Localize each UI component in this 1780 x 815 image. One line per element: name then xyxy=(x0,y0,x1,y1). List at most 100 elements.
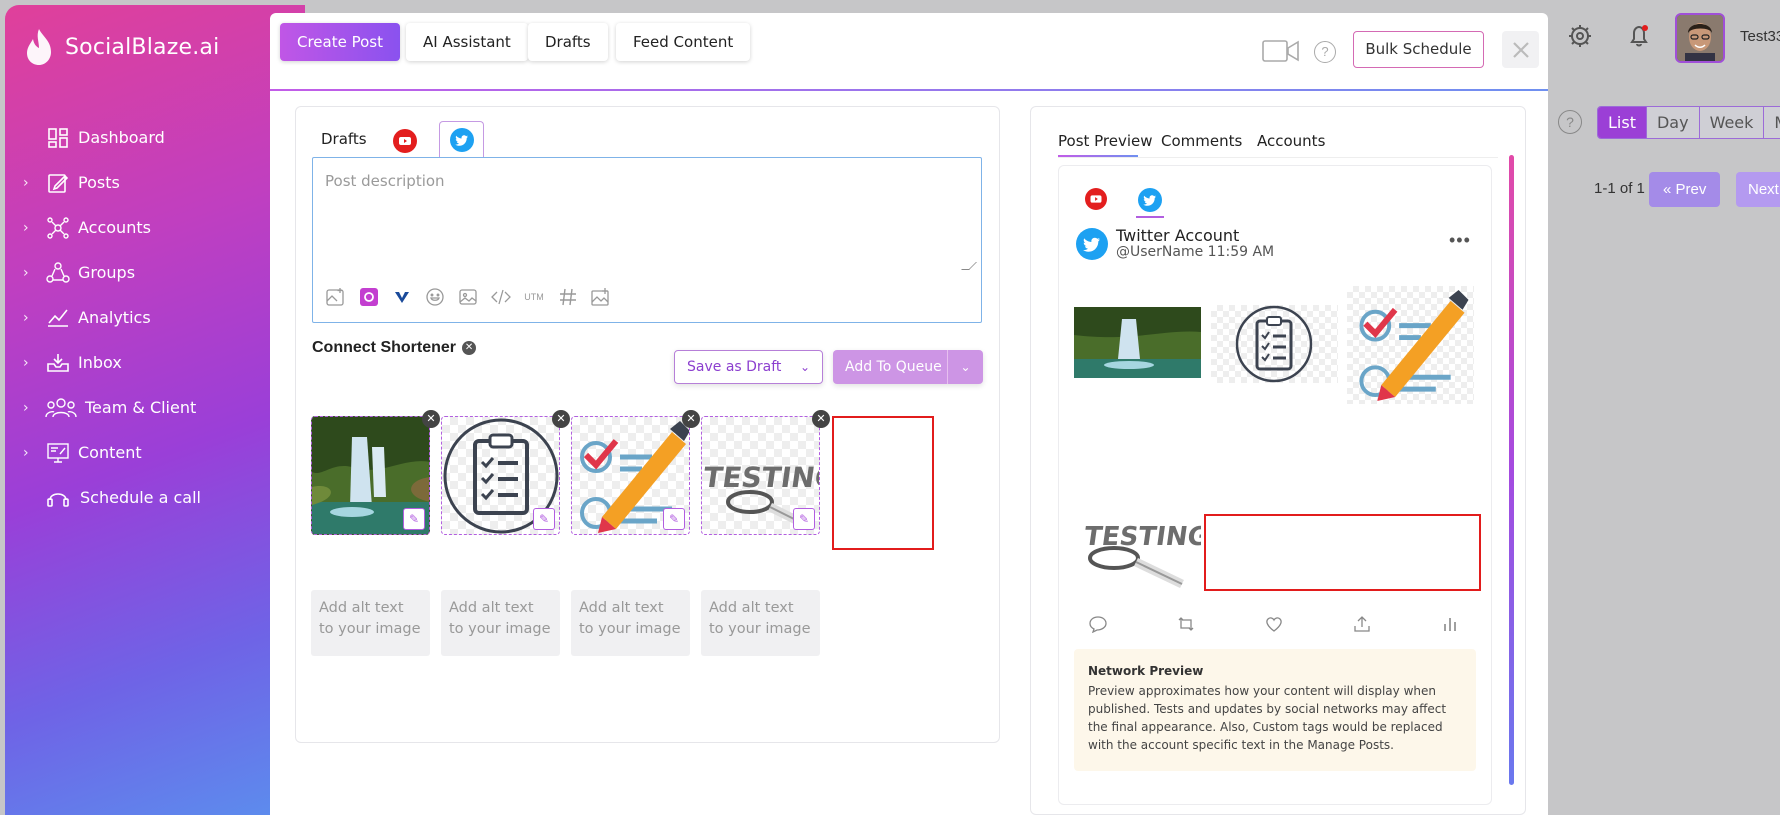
tab-accounts[interactable]: Accounts xyxy=(1257,132,1325,150)
more-options-icon[interactable]: ••• xyxy=(1449,230,1471,251)
sidebar-item-dashboard[interactable]: Dashboard xyxy=(5,115,305,160)
preview-scrollbar[interactable] xyxy=(1509,155,1514,785)
tab-comments[interactable]: Comments xyxy=(1161,132,1242,150)
chevron-down-icon[interactable]: ⌄ xyxy=(800,351,810,383)
sidebar: SocialBlaze.ai Dashboard › Posts › Accou… xyxy=(5,5,305,815)
uploaded-image-checklist-pencil[interactable]: ✎ xyxy=(571,416,690,535)
remove-image-icon[interactable]: ✕ xyxy=(682,410,700,428)
uploaded-image-testing[interactable]: TESTING ✎ xyxy=(701,416,820,535)
alt-text-input[interactable]: Add alt text to your image xyxy=(441,590,560,656)
sidebar-item-label: Posts xyxy=(78,173,120,192)
bulk-schedule-button[interactable]: Bulk Schedule xyxy=(1353,31,1484,68)
chevron-right-icon: › xyxy=(23,264,29,281)
network-preview-body: Preview approximates how your content wi… xyxy=(1088,684,1447,752)
sidebar-item-content[interactable]: › Content xyxy=(5,430,305,475)
tab-ai-assistant[interactable]: AI Assistant xyxy=(406,23,528,61)
tab-create-post[interactable]: Create Post xyxy=(280,23,400,61)
remove-image-icon[interactable]: ✕ xyxy=(812,410,830,428)
next-button[interactable]: Next xyxy=(1736,172,1780,207)
modal-header: Create Post AI Assistant Drafts Feed Con… xyxy=(270,13,1548,91)
post-description-box: Post description UTM xyxy=(312,157,982,323)
edit-image-icon[interactable]: ✎ xyxy=(533,508,555,530)
tab-divider xyxy=(1058,157,1498,158)
edit-image-icon[interactable]: ✎ xyxy=(663,508,685,530)
save-as-draft-label: Save as Draft xyxy=(687,359,782,375)
sidebar-item-accounts[interactable]: › Accounts xyxy=(5,205,305,250)
view-tab-day[interactable]: Day xyxy=(1646,107,1700,138)
retweet-icon[interactable] xyxy=(1177,615,1195,636)
view-tab-week[interactable]: Week xyxy=(1699,107,1765,138)
remove-image-icon[interactable]: ✕ xyxy=(552,410,570,428)
tab-drafts[interactable]: Drafts xyxy=(528,23,608,61)
testing-image-text: TESTING xyxy=(702,461,820,494)
sidebar-item-groups[interactable]: › Groups xyxy=(5,250,305,295)
sidebar-item-posts[interactable]: › Posts xyxy=(5,160,305,205)
post-description-input[interactable]: Post description xyxy=(313,158,973,268)
edit-image-icon[interactable]: ✎ xyxy=(793,508,815,530)
youtube-preview-tab-icon[interactable] xyxy=(1085,188,1107,215)
tab-feed-content[interactable]: Feed Content xyxy=(616,23,751,61)
image-gallery-icon[interactable] xyxy=(457,286,478,307)
youtube-tab-icon[interactable] xyxy=(393,129,417,158)
save-as-draft-button[interactable]: Save as Draft ⌄ xyxy=(674,350,823,384)
posts-icon xyxy=(45,170,71,196)
twitter-tab-icon[interactable] xyxy=(439,121,484,158)
ai-image-icon[interactable] xyxy=(325,286,346,307)
sidebar-item-analytics[interactable]: › Analytics xyxy=(5,295,305,340)
code-icon[interactable] xyxy=(490,286,511,307)
connect-shortener[interactable]: Connect Shortener ✕ xyxy=(312,339,477,357)
editor-tab-drafts[interactable]: Drafts xyxy=(321,130,367,148)
user-name[interactable]: Test33 xyxy=(1740,28,1780,45)
sidebar-nav: Dashboard › Posts › Accounts › Groups › … xyxy=(5,115,305,520)
notification-bell-icon[interactable] xyxy=(1619,16,1659,56)
sidebar-item-team-client[interactable]: › Team & Client xyxy=(5,385,305,430)
prev-button[interactable]: « Prev xyxy=(1649,172,1721,207)
reply-icon[interactable] xyxy=(1089,615,1107,636)
like-icon[interactable] xyxy=(1265,615,1283,636)
canva-icon[interactable] xyxy=(358,286,379,307)
twitter-account-avatar xyxy=(1076,228,1108,265)
media-library-icon[interactable] xyxy=(590,286,611,307)
uploaded-image-waterfall[interactable]: ✎ xyxy=(311,416,430,535)
video-camera-icon[interactable] xyxy=(1262,39,1300,68)
tab-post-preview[interactable]: Post Preview xyxy=(1058,132,1153,150)
post-description-placeholder: Post description xyxy=(325,172,445,190)
remove-image-icon[interactable]: ✕ xyxy=(422,410,440,428)
add-to-queue-button[interactable]: Add To Queue ⌄ xyxy=(833,350,983,384)
close-modal-button[interactable] xyxy=(1502,31,1539,68)
view-tabs: List Day Week Mo xyxy=(1597,106,1780,139)
view-tab-month[interactable]: Mo xyxy=(1764,107,1780,138)
hashtag-icon[interactable] xyxy=(557,286,578,307)
alt-text-input[interactable]: Add alt text to your image xyxy=(311,590,430,656)
brand[interactable]: SocialBlaze.ai xyxy=(21,27,219,67)
share-icon[interactable] xyxy=(1353,615,1371,636)
sidebar-item-inbox[interactable]: › Inbox xyxy=(5,340,305,385)
vista-icon[interactable] xyxy=(391,286,412,307)
help-icon[interactable]: ? xyxy=(1558,110,1582,134)
settings-gear-icon[interactable] xyxy=(1560,16,1600,56)
emoji-icon[interactable] xyxy=(424,286,445,307)
editor-toolbar: UTM xyxy=(325,286,611,307)
alt-text-input[interactable]: Add alt text to your image xyxy=(571,590,690,656)
analytics-bars-icon[interactable] xyxy=(1441,615,1459,636)
twitter-preview-tab-icon[interactable] xyxy=(1138,188,1162,217)
post-editor-panel: Drafts Post description UTM Connect Shor… xyxy=(295,106,1000,743)
view-tab-list[interactable]: List xyxy=(1598,107,1647,138)
connect-shortener-label: Connect Shortener xyxy=(312,339,457,356)
edit-image-icon[interactable]: ✎ xyxy=(403,508,425,530)
help-icon[interactable]: ? xyxy=(1314,41,1336,63)
chevron-down-icon[interactable]: ⌄ xyxy=(947,350,983,384)
utm-icon[interactable]: UTM xyxy=(523,286,545,307)
pager-info: 1-1 of 1 xyxy=(1594,180,1645,197)
uploaded-image-clipboard[interactable]: ✎ xyxy=(441,416,560,535)
brand-name: SocialBlaze.ai xyxy=(65,34,220,60)
accounts-icon xyxy=(45,215,71,241)
active-network-indicator xyxy=(1136,216,1164,218)
sidebar-item-schedule-call[interactable]: Schedule a call xyxy=(5,475,305,520)
user-avatar[interactable] xyxy=(1675,13,1725,63)
sidebar-item-label: Schedule a call xyxy=(80,488,201,507)
remove-shortener-icon[interactable]: ✕ xyxy=(462,341,477,355)
sidebar-item-label: Accounts xyxy=(78,218,151,237)
alt-text-input[interactable]: Add alt text to your image xyxy=(701,590,820,656)
highlight-box xyxy=(832,416,934,550)
